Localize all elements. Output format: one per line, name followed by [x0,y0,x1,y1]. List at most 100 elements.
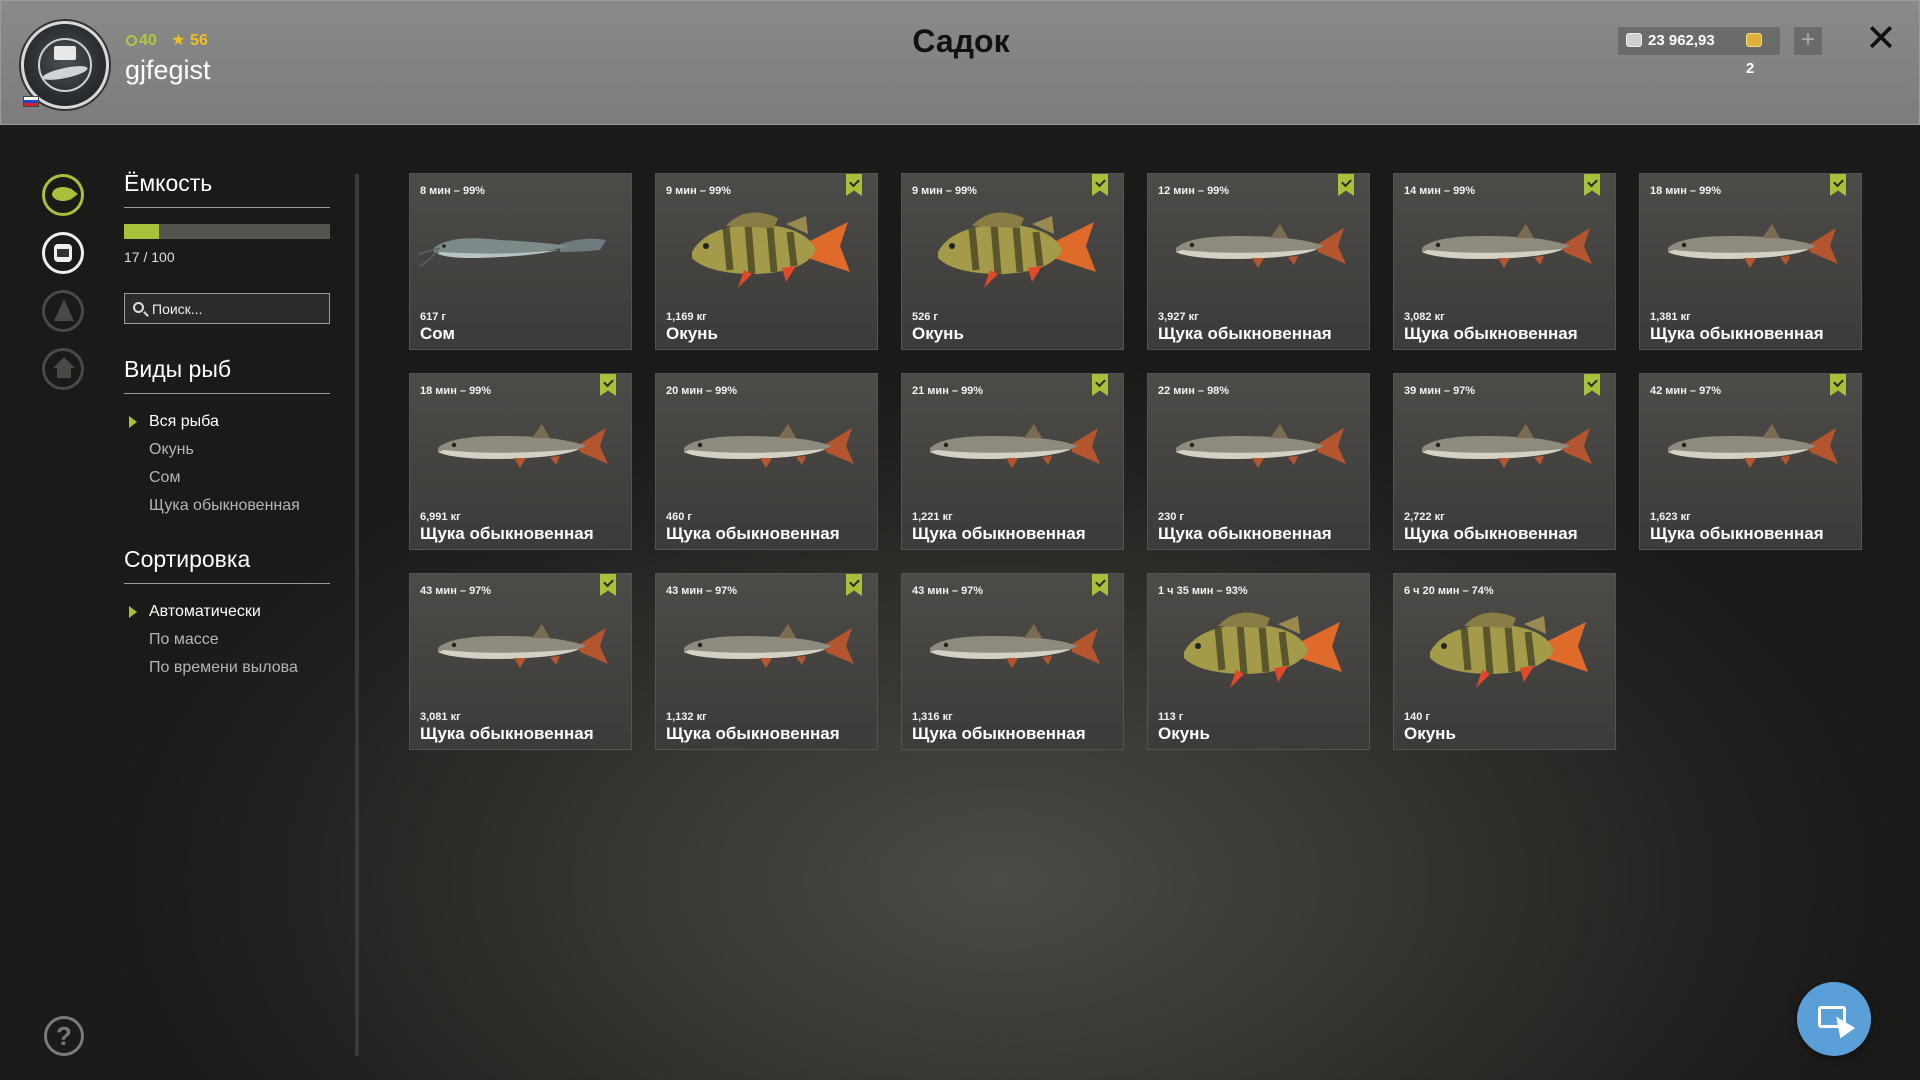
fish-weight: 1,132 кг [666,711,707,723]
keepnet-tab-icon[interactable] [42,232,84,274]
perch-image [692,212,850,288]
silver-value: 23 962,93 [1648,32,1715,49]
gold-balance: 2 [1738,27,1780,77]
fish-name: Щука обыкновенная [420,524,594,543]
fish-card[interactable]: 8 мин – 99% 617 г Сом [409,173,632,350]
bookmark-icon[interactable] [1338,174,1354,196]
fish-weight: 1,169 кг [666,311,707,323]
home-tab-icon[interactable] [42,348,84,390]
perch-image [1184,612,1342,688]
fish-name: Щука обыкновенная [1650,324,1824,343]
fish-card[interactable]: 43 мин – 97% 3,081 кг Щука обыкновенная [409,573,632,750]
selected-arrow-icon [129,606,137,618]
help-icon[interactable]: ? [44,1016,84,1056]
fish-name: Щука обыкновенная [1158,524,1332,543]
bookmark-icon[interactable] [1092,174,1108,196]
catfish-image [417,238,606,267]
fish-weight: 3,927 кг [1158,311,1199,323]
catch-time-freshness: 18 мин – 99% [1650,185,1722,197]
fish-name: Щука обыкновенная [1404,324,1578,343]
filter-panel: Ёмкость 17 / 100 Виды рыб Вся рыба Окунь С… [124,170,330,682]
species-option-label: Окунь [149,441,194,458]
bookmark-icon[interactable] [1584,174,1600,196]
fish-card[interactable]: 6 ч 20 мин – 74% 140 г Окунь [1393,573,1616,750]
gold-value: 2 [1746,60,1755,77]
pike-image [438,624,608,668]
pike-image [684,424,854,468]
fish-card[interactable]: 39 мин – 97% 2,722 кг Щука обыкновенная [1393,373,1616,550]
fish-card[interactable]: 20 мин – 99% 460 г Щука обыкновенная [655,373,878,550]
fish-weight: 526 г [912,311,938,323]
catch-time-freshness: 18 мин – 99% [420,385,492,397]
search-icon [133,302,144,313]
fish-card[interactable]: 42 мин – 97% 1,623 кг Щука обыкновенная [1639,373,1862,550]
perch-image [938,212,1096,288]
bookmark-icon[interactable] [1584,374,1600,396]
pike-image [684,624,854,668]
fish-weight: 460 г [666,511,692,523]
bookmark-icon[interactable] [1830,174,1846,196]
bookmark-icon[interactable] [846,574,862,596]
catch-time-freshness: 8 мин – 99% [420,185,485,197]
search-input[interactable] [152,294,322,323]
catch-time-freshness: 43 мин – 97% [912,585,984,597]
fish-card[interactable]: 22 мин – 98% 230 г Щука обыкновенная [1147,373,1370,550]
species-option[interactable]: Окунь [124,436,330,464]
fish-weight: 1,381 кг [1650,311,1691,323]
species-option[interactable]: Щука обыкновенная [124,492,330,520]
perch-image [1430,612,1588,688]
bookmark-icon[interactable] [846,174,862,196]
fish-card[interactable]: 18 мин – 99% 6,991 кг Щука обыкновенная [409,373,632,550]
catch-time-freshness: 14 мин – 99% [1404,185,1476,197]
fish-name: Щука обыкновенная [912,524,1086,543]
add-currency-button[interactable]: + [1794,27,1822,55]
catch-time-freshness: 42 мин – 97% [1650,385,1722,397]
pike-image [930,424,1100,468]
fish-name: Окунь [912,324,964,343]
fish-card[interactable]: 14 мин – 99% 3,082 кг Щука обыкновенная [1393,173,1616,350]
sort-option[interactable]: По времени вылова [124,654,330,682]
fish-tail-shape [70,188,78,200]
catch-time-freshness: 20 мин – 99% [666,385,738,397]
catch-time-freshness: 1 ч 35 мин – 93% [1158,585,1248,597]
bookmark-icon[interactable] [1830,374,1846,396]
close-button[interactable]: ✕ [1863,20,1899,58]
fish-card[interactable]: 9 мин – 99% 526 г Окунь [901,173,1124,350]
fish-name: Окунь [1404,724,1456,743]
fish-card[interactable]: 1 ч 35 мин – 93% 113 г Окунь [1147,573,1370,750]
sort-option-label: Автоматически [149,603,261,620]
bookmark-icon[interactable] [600,374,616,396]
fish-card[interactable]: 18 мин – 99% 1,381 кг Щука обыкновенная [1639,173,1862,350]
fish-card[interactable]: 21 мин – 99% 1,221 кг Щука обыкновенная [901,373,1124,550]
fish-name: Сом [420,324,456,343]
species-option[interactable]: Сом [124,464,330,492]
species-option-label: Щука обыкновенная [149,497,300,514]
catch-time-freshness: 9 мин – 99% [666,185,731,197]
bookmark-icon[interactable] [1092,574,1108,596]
fish-name: Щука обыкновенная [1650,524,1824,543]
species-option[interactable]: Вся рыба [124,408,330,436]
fish-tab-icon[interactable] [42,174,84,216]
fish-grid: 8 мин – 99% 617 г Сом 9 мин – 99% 1,169 кг… [409,173,1864,750]
fish-card[interactable]: 9 мин – 99% 1,169 кг Окунь [655,173,878,350]
fish-weight: 1,221 кг [912,511,953,523]
pike-image [1422,424,1592,468]
sort-option-label: По массе [149,631,219,648]
gold-coin-icon [1746,33,1762,47]
fish-card[interactable]: 43 мин – 97% 1,316 кг Щука обыкновенная [901,573,1124,750]
sort-option[interactable]: По массе [124,626,330,654]
cursor-mode-button[interactable] [1797,982,1871,1056]
fish-card[interactable]: 43 мин – 97% 1,132 кг Щука обыкновенная [655,573,878,750]
fish-weight: 1,316 кг [912,711,953,723]
fish-name: Щука обыкновенная [420,724,594,743]
search-box[interactable] [124,293,330,324]
silver-coin-icon [1626,33,1642,47]
bookmark-icon[interactable] [600,574,616,596]
fish-name: Окунь [666,324,718,343]
camp-tab-icon[interactable] [42,290,84,332]
bookmark-icon[interactable] [1092,374,1108,396]
fish-weight: 140 г [1404,711,1430,723]
sort-option[interactable]: Автоматически [124,598,330,626]
fish-card[interactable]: 12 мин – 99% 3,927 кг Щука обыкновенная [1147,173,1370,350]
pike-image [1176,224,1346,268]
